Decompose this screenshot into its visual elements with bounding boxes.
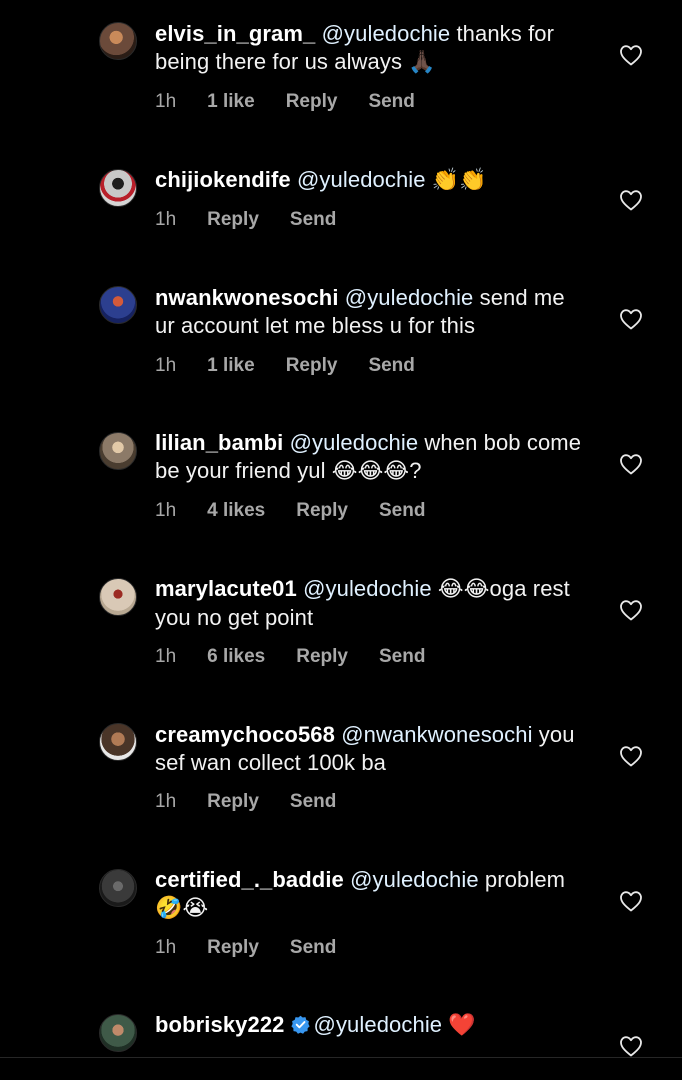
heart-outline-icon[interactable] xyxy=(619,1035,643,1057)
comment-time: 1h xyxy=(155,791,177,812)
heart-outline-icon[interactable] xyxy=(619,189,643,211)
avatar[interactable] xyxy=(99,578,137,616)
comment-username[interactable]: marylacute01 xyxy=(155,576,297,601)
comment-time: 1h xyxy=(155,500,177,521)
comment-username[interactable]: creamychoco568 xyxy=(155,722,335,747)
comment-mention[interactable]: @yuledochie xyxy=(314,1012,443,1037)
send-button[interactable]: Send xyxy=(290,209,336,231)
comment-time: 1h xyxy=(155,355,177,376)
comment-username[interactable]: lilian_bambi xyxy=(155,430,283,455)
comment-likes[interactable]: 4 likes xyxy=(207,500,265,522)
comment-meta: 1h 4 likes Reply Send xyxy=(155,500,456,522)
avatar[interactable] xyxy=(99,286,137,324)
comment-likes[interactable]: 6 likes xyxy=(207,646,265,668)
comment-text: chijiokendife @yuledochie 👏👏 xyxy=(155,166,585,195)
comment-meta: 1h 1 like Reply Send xyxy=(155,91,446,113)
comment-meta: 1h 6 likes Reply Send xyxy=(155,646,456,668)
comment-time: 1h xyxy=(155,209,177,230)
comment-text: creamychoco568 @nwankwonesochi you sef w… xyxy=(155,721,585,776)
heart-outline-icon[interactable] xyxy=(619,308,643,330)
avatar[interactable] xyxy=(99,432,137,470)
avatar[interactable] xyxy=(99,22,137,60)
comment-text: elvis_in_gram_ @yuledochie thanks for be… xyxy=(155,20,585,76)
comment-username[interactable]: elvis_in_gram_ xyxy=(155,21,315,46)
avatar[interactable] xyxy=(99,869,137,907)
comment-text: marylacute01 @yuledochie 😂😂oga rest you … xyxy=(155,575,585,631)
heart-outline-icon[interactable] xyxy=(619,599,643,621)
verified-badge-icon xyxy=(290,1015,310,1034)
comment-emoji: 🙏🏿 xyxy=(408,49,436,75)
send-button[interactable]: Send xyxy=(368,355,414,377)
reply-button[interactable]: Reply xyxy=(207,209,259,231)
avatar[interactable] xyxy=(99,1014,137,1052)
reply-button[interactable]: Reply xyxy=(207,791,259,813)
comment-mention[interactable]: @yuledochie xyxy=(322,21,451,46)
reply-button[interactable]: Reply xyxy=(286,355,338,377)
comment-emoji: 👏👏 xyxy=(431,168,487,193)
comment-meta: 1h Reply Send xyxy=(155,209,367,231)
comment-text: nwankwonesochi @yuledochie send me ur ac… xyxy=(155,284,585,339)
send-button[interactable]: Send xyxy=(290,937,336,959)
comment-emoji: ❤️ xyxy=(448,1013,476,1038)
send-button[interactable]: Send xyxy=(290,791,336,813)
comment-time: 1h xyxy=(155,646,177,667)
comment-time: 1h xyxy=(155,91,177,112)
comment-mention[interactable]: @yuledochie xyxy=(350,867,479,892)
comment-mention[interactable]: @yuledochie xyxy=(303,576,432,601)
comment-meta: 1h Reply Send xyxy=(155,791,367,813)
comment-text: bobrisky222 @yuledochie ❤️ xyxy=(155,1011,585,1040)
comment-likes[interactable]: 1 like xyxy=(207,91,255,113)
send-button[interactable]: Send xyxy=(368,91,414,113)
comment-username[interactable]: certified_._baddie xyxy=(155,867,344,892)
comment-meta: 1h Reply Send xyxy=(155,937,367,959)
reply-button[interactable]: Reply xyxy=(296,500,348,522)
comment-text: lilian_bambi @yuledochie when bob come b… xyxy=(155,429,585,485)
reply-button[interactable]: Reply xyxy=(207,937,259,959)
heart-outline-icon[interactable] xyxy=(619,745,643,767)
avatar[interactable] xyxy=(99,169,137,207)
comment-mention[interactable]: @nwankwonesochi xyxy=(341,722,532,747)
comment-username[interactable]: nwankwonesochi xyxy=(155,285,339,310)
comment-username[interactable]: chijiokendife xyxy=(155,167,291,192)
avatar[interactable] xyxy=(99,723,137,761)
comment-mention[interactable]: @yuledochie xyxy=(290,430,419,455)
comment-emoji: 😂😂😂 xyxy=(331,458,410,484)
comment-emoji: 😂😂 xyxy=(437,577,490,602)
comment-body-after: ? xyxy=(409,457,422,483)
comment-body: problem xyxy=(478,867,566,892)
send-button[interactable]: Send xyxy=(379,646,425,668)
comment-username[interactable]: bobrisky222 xyxy=(155,1012,285,1037)
heart-outline-icon[interactable] xyxy=(619,453,643,475)
send-button[interactable]: Send xyxy=(379,500,425,522)
comment-time: 1h xyxy=(155,937,177,958)
reply-button[interactable]: Reply xyxy=(286,91,338,113)
comment-mention[interactable]: @yuledochie xyxy=(297,167,426,192)
comment-mention[interactable]: @yuledochie xyxy=(345,285,474,310)
comment-likes[interactable]: 1 like xyxy=(207,355,255,377)
comment-emoji: 🤣😭 xyxy=(155,895,209,921)
heart-outline-icon[interactable] xyxy=(619,890,643,912)
comment-text: certified_._baddie @yuledochie problem 🤣… xyxy=(155,866,585,922)
divider xyxy=(0,1057,682,1058)
reply-button[interactable]: Reply xyxy=(296,646,348,668)
heart-outline-icon[interactable] xyxy=(619,44,643,66)
comment-meta: 1h 1 like Reply Send xyxy=(155,355,446,377)
